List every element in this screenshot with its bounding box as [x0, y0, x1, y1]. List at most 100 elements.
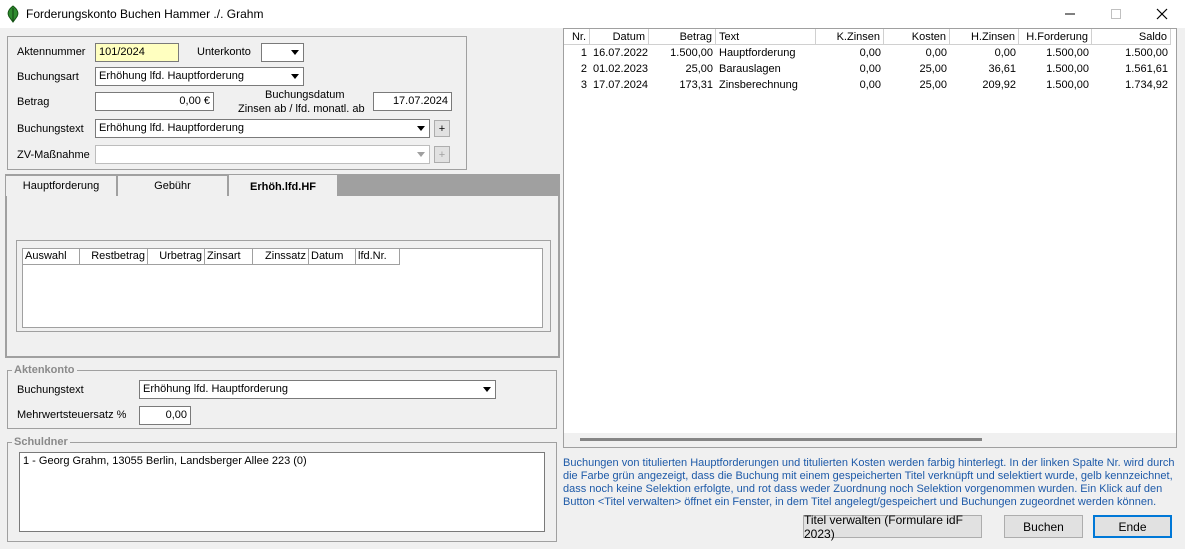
ledger-cell: 0,00: [859, 79, 881, 91]
ledger-cell: 1.734,92: [1125, 79, 1168, 91]
buchungstext-value: Erhöhung lfd. Hauptforderung: [99, 122, 244, 134]
ledger-col-hforderung[interactable]: H.Forderung: [1019, 29, 1092, 45]
mwst-field[interactable]: 0,00: [139, 406, 191, 425]
ledger-cell: Hauptforderung: [719, 47, 796, 59]
tab-gebuehr[interactable]: Gebühr: [117, 175, 228, 196]
ledger-cell: 1.500,00: [1125, 47, 1168, 59]
ledger-col-nr[interactable]: Nr.: [564, 29, 590, 45]
ledger-cell: 209,92: [982, 79, 1016, 91]
buchungsdatum-field[interactable]: 17.07.2024: [373, 92, 452, 111]
ledger-cell: 1.500,00: [1046, 47, 1089, 59]
ledger-cell: 173,31: [679, 79, 713, 91]
aktennummer-label: Aktennummer: [17, 46, 86, 58]
minimize-icon: [1065, 13, 1075, 15]
leaf-app-icon: [4, 5, 22, 23]
ledger-cell: 1.500,00: [1046, 79, 1089, 91]
table-row[interactable]: 3 17.07.2024 173,31 Zinsberechnung 0,00 …: [564, 77, 1176, 93]
mwst-label: Mehrwertsteuersatz %: [17, 409, 127, 421]
maximize-button[interactable]: [1093, 0, 1139, 28]
window-title: Forderungskonto Buchen Hammer ./. Grahm: [26, 7, 264, 21]
scrollbar-thumb[interactable]: [580, 438, 982, 441]
aktenkonto-buchungstext-select[interactable]: Erhöhung lfd. Hauptforderung: [139, 380, 496, 399]
add-buchungstext-button[interactable]: +: [434, 120, 450, 137]
ledger-table[interactable]: Nr. Datum Betrag Text K.Zinsen Kosten H.…: [563, 28, 1177, 448]
ledger-cell: 0,00: [859, 63, 881, 75]
ende-button[interactable]: Ende: [1093, 515, 1172, 538]
buchungsart-label: Buchungsart: [17, 71, 79, 83]
ledger-cell: 16.07.2022: [593, 47, 649, 59]
ledger-cell: 1.500,00: [670, 47, 713, 59]
schuldner-list-item[interactable]: 1 - Georg Grahm, 13055 Berlin, Landsberg…: [23, 455, 541, 467]
aktenkonto-caption: Aktenkonto: [12, 364, 77, 376]
minimize-button[interactable]: [1047, 0, 1093, 28]
aktenkonto-buchungstext-label: Buchungstext: [17, 384, 84, 396]
ledger-cell: 0,00: [925, 47, 947, 59]
ledger-cell: 1.561,61: [1125, 63, 1168, 75]
ledger-col-kosten[interactable]: Kosten: [884, 29, 950, 45]
buchungsart-value: Erhöhung lfd. Hauptforderung: [99, 70, 244, 82]
zinsen-ab-label: Zinsen ab / lfd. monatl. ab: [238, 103, 365, 115]
subgrid-col-restbetrag[interactable]: Restbetrag: [80, 249, 148, 265]
subgrid[interactable]: Auswahl Restbetrag Urbetrag Zinsart Zins…: [22, 248, 543, 328]
ledger-cell: 25,00: [919, 79, 947, 91]
zv-massnahme-label: ZV-Maßnahme: [17, 149, 90, 161]
buchungstext-label: Buchungstext: [17, 123, 84, 135]
zv-massnahme-select[interactable]: [95, 145, 430, 164]
buchen-button[interactable]: Buchen: [1004, 515, 1083, 538]
ledger-cell: 2: [580, 63, 587, 75]
subgrid-col-zinsart[interactable]: Zinsart: [205, 249, 253, 265]
tab-erhoehung-lfd-hf[interactable]: Erhöh.lfd.HF: [228, 174, 338, 198]
chevron-down-icon[interactable]: [479, 382, 494, 397]
ledger-col-text[interactable]: Text: [716, 29, 816, 45]
ledger-cell: 25,00: [919, 63, 947, 75]
close-icon: [1156, 8, 1168, 20]
aktennummer-field[interactable]: 101/2024: [95, 43, 179, 62]
buchungstext-select[interactable]: Erhöhung lfd. Hauptforderung: [95, 119, 430, 138]
betrag-field[interactable]: 0,00 €: [95, 92, 214, 111]
ledger-cell: 25,00: [685, 63, 713, 75]
table-row[interactable]: 2 01.02.2023 25,00 Barauslagen 0,00 25,0…: [564, 61, 1176, 77]
ledger-cell: 1.500,00: [1046, 63, 1089, 75]
unterkonto-label: Unterkonto: [197, 46, 251, 58]
close-button[interactable]: [1139, 0, 1185, 28]
title-bar: Forderungskonto Buchen Hammer ./. Grahm: [0, 0, 1185, 28]
subgrid-header: Auswahl Restbetrag Urbetrag Zinsart Zins…: [23, 249, 542, 265]
subgrid-col-zinssatz[interactable]: Zinssatz: [253, 249, 309, 265]
schuldner-list[interactable]: 1 - Georg Grahm, 13055 Berlin, Landsberg…: [19, 452, 545, 532]
unterkonto-select[interactable]: [261, 43, 304, 62]
ledger-cell: 17.07.2024: [593, 79, 649, 91]
schuldner-caption: Schuldner: [12, 436, 70, 448]
ledger-col-datum[interactable]: Datum: [590, 29, 649, 45]
ledger-header: Nr. Datum Betrag Text K.Zinsen Kosten H.…: [564, 29, 1176, 45]
ledger-cell: Barauslagen: [719, 63, 781, 75]
table-row[interactable]: 1 16.07.2022 1.500,00 Hauptforderung 0,0…: [564, 45, 1176, 61]
subgrid-col-datum[interactable]: Datum: [309, 249, 356, 265]
ledger-col-hzinsen[interactable]: H.Zinsen: [950, 29, 1019, 45]
tab-hauptforderung[interactable]: Hauptforderung: [5, 175, 117, 196]
ledger-cell: 01.02.2023: [593, 63, 649, 75]
subgrid-col-auswahl[interactable]: Auswahl: [23, 249, 80, 265]
subgrid-col-urbetrag[interactable]: Urbetrag: [148, 249, 205, 265]
ledger-col-saldo[interactable]: Saldo: [1092, 29, 1171, 45]
ledger-cell: 36,61: [988, 63, 1016, 75]
chevron-down-icon[interactable]: [413, 147, 428, 162]
ledger-col-betrag[interactable]: Betrag: [649, 29, 716, 45]
ledger-cell: 1: [580, 47, 587, 59]
ledger-cell: 0,00: [994, 47, 1016, 59]
subgrid-col-lfdnr[interactable]: lfd.Nr.: [356, 249, 400, 265]
maximize-icon: [1111, 9, 1121, 19]
ledger-cell: 0,00: [859, 47, 881, 59]
aktenkonto-buchungstext-value: Erhöhung lfd. Hauptforderung: [143, 383, 288, 395]
ledger-cell: 3: [580, 79, 587, 91]
titel-verwalten-button[interactable]: Titel verwalten (Formulare idF 2023): [803, 513, 982, 541]
chevron-down-icon[interactable]: [413, 121, 428, 136]
chevron-down-icon[interactable]: [287, 69, 302, 84]
horizontal-scrollbar[interactable]: [564, 433, 1176, 447]
betrag-label: Betrag: [17, 96, 50, 108]
ledger-cell: Zinsberechnung: [719, 79, 798, 91]
info-text: Buchungen von titulierten Hauptforderung…: [563, 457, 1175, 508]
ledger-col-kzinsen[interactable]: K.Zinsen: [816, 29, 884, 45]
add-zv-button[interactable]: +: [434, 146, 450, 163]
buchungsart-select[interactable]: Erhöhung lfd. Hauptforderung: [95, 67, 304, 86]
chevron-down-icon[interactable]: [287, 45, 302, 60]
